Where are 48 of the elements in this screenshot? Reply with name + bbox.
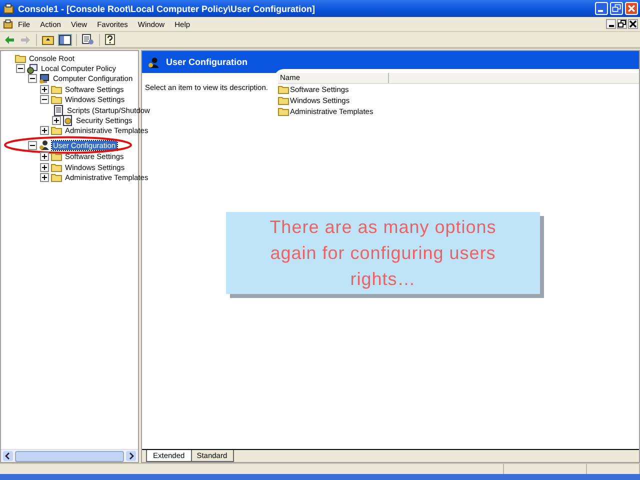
- callout-text: There are as many options again for configuring users rights…: [268, 216, 498, 291]
- folder-icon: [278, 96, 289, 105]
- console-app-icon: [3, 3, 14, 14]
- folder-icon: [51, 126, 62, 136]
- folder-icon: [51, 152, 62, 162]
- up-folder-icon[interactable]: [42, 34, 54, 44]
- tree-toggle-icon[interactable]: [59, 34, 71, 44]
- folder-icon: [51, 95, 62, 104]
- restore-icon: [611, 3, 622, 14]
- scroll-left-icon[interactable]: [3, 451, 13, 461]
- user-icon: [39, 140, 50, 150]
- scroll-right-icon[interactable]: [126, 451, 136, 461]
- window-title: Console1 - [Console Root\Local Computer Policy\User Configuration]: [18, 4, 316, 14]
- expander-toggle[interactable]: [40, 152, 49, 162]
- minimize-icon: [598, 10, 602, 12]
- expander-toggle[interactable]: [40, 84, 49, 94]
- folder-icon: [278, 107, 289, 116]
- folder-icon: [15, 54, 26, 63]
- help-icon[interactable]: [105, 34, 117, 45]
- script-icon: [54, 104, 64, 116]
- user-icon: [148, 56, 160, 68]
- expander-toggle[interactable]: [28, 74, 37, 84]
- restore-button[interactable]: [617, 19, 627, 29]
- minimize-button[interactable]: [606, 19, 616, 29]
- expander-toggle[interactable]: [40, 126, 49, 136]
- folder-icon: [51, 172, 62, 182]
- expander-toggle[interactable]: [40, 172, 49, 182]
- folder-icon: [51, 84, 62, 94]
- pane-title: User Configuration: [166, 57, 248, 67]
- horizontal-scrollbar[interactable]: [1, 449, 138, 462]
- expander-toggle[interactable]: [40, 95, 49, 104]
- security-icon: [63, 115, 73, 126]
- close-icon: [626, 3, 637, 14]
- restore-icon: [618, 20, 626, 28]
- export-list-icon[interactable]: [82, 34, 94, 45]
- expander-toggle[interactable]: [16, 64, 25, 74]
- close-button[interactable]: [628, 19, 638, 29]
- expander-toggle[interactable]: [40, 162, 49, 172]
- expander-toggle[interactable]: [52, 116, 61, 126]
- folder-icon: [278, 85, 289, 94]
- console-app-icon: [3, 19, 13, 29]
- computer-icon: [39, 74, 50, 84]
- policy-icon: [27, 64, 38, 74]
- minimize-icon: [608, 25, 614, 27]
- close-icon: [629, 20, 637, 28]
- back-arrow-icon[interactable]: [4, 34, 15, 44]
- expander-toggle[interactable]: [28, 140, 37, 150]
- folder-icon: [51, 162, 62, 172]
